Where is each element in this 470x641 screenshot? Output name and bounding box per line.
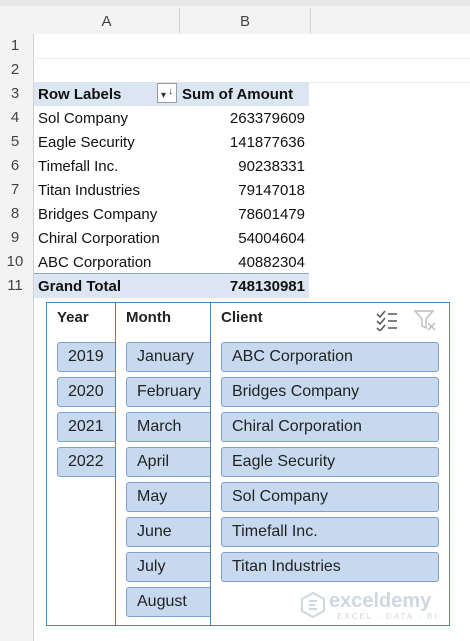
pivot-row-value[interactable]: 78601479 [180,203,305,227]
pivot-row-label[interactable]: Timefall Inc. [38,155,118,179]
row-number[interactable]: 3 [0,82,30,106]
client-slicer-title: Client [221,309,263,326]
month-slicer[interactable]: Month January February March April May J… [115,302,215,626]
year-slicer-item[interactable]: 2020 [57,377,117,407]
watermark-tagline: EXCEL · DATA · BI [337,612,439,621]
month-slicer-item[interactable]: April [126,447,214,477]
pivot-row-label[interactable]: Chiral Corporation [38,227,160,251]
row-number[interactable]: 10 [0,250,30,274]
client-slicer-item[interactable]: Timefall Inc. [221,517,439,547]
exceldemy-watermark: exceldemy EXCEL · DATA · BI [297,588,467,624]
pivot-row-value[interactable]: 40882304 [180,251,305,275]
year-slicer-item[interactable]: 2021 [57,412,117,442]
pivot-row-label[interactable]: Sol Company [38,107,128,131]
month-slicer-item[interactable]: January [126,342,214,372]
multi-select-icon[interactable] [375,309,399,331]
year-slicer-item[interactable]: 2019 [57,342,117,372]
month-slicer-item[interactable]: June [126,517,214,547]
row-number[interactable]: 6 [0,154,30,178]
row-number[interactable]: 2 [0,58,30,82]
client-slicer-item[interactable]: ABC Corporation [221,342,439,372]
grand-total-label[interactable]: Grand Total [38,275,121,299]
clear-filter-icon[interactable] [413,309,437,331]
row-number[interactable]: 11 [0,274,30,298]
pivot-row-value[interactable]: 79147018 [180,179,305,203]
row-number[interactable]: 9 [0,226,30,250]
grid-line [33,58,470,59]
year-slicer[interactable]: Year 2019 2020 2021 2022 [46,302,118,626]
client-slicer-item[interactable]: Eagle Security [221,447,439,477]
month-slicer-item[interactable]: March [126,412,214,442]
row-number[interactable]: 4 [0,106,30,130]
watermark-name: exceldemy [329,590,432,612]
month-slicer-item[interactable]: July [126,552,214,582]
row-number[interactable]: 7 [0,178,30,202]
month-slicer-item[interactable]: August [126,587,214,617]
row-number[interactable]: 5 [0,130,30,154]
column-separator [310,8,311,34]
pivot-row-label[interactable]: Titan Industries [38,179,140,203]
row-number[interactable]: 8 [0,202,30,226]
client-slicer-item[interactable]: Chiral Corporation [221,412,439,442]
month-slicer-item[interactable]: May [126,482,214,512]
pivot-sum-header[interactable]: Sum of Amount [182,83,293,107]
year-slicer-item[interactable]: 2022 [57,447,117,477]
pivot-row-value[interactable]: 263379609 [180,107,305,131]
exceldemy-logo-icon [301,592,325,618]
row-number[interactable]: 1 [0,34,30,58]
client-slicer[interactable]: Client ABC Corporation Bridges Company C… [210,302,450,626]
column-header-b[interactable]: B [180,10,310,34]
pivot-row-value[interactable]: 141877636 [180,131,305,155]
sort-descending-icon: ↓ [168,86,173,97]
client-slicer-item[interactable]: Bridges Company [221,377,439,407]
grand-total-value[interactable]: 748130981 [180,275,305,299]
client-slicer-item[interactable]: Sol Company [221,482,439,512]
dropdown-arrow-icon: ▾ [161,90,167,101]
year-slicer-title: Year [57,309,89,326]
pivot-row-label[interactable]: Eagle Security [38,131,135,155]
pivot-filter-button[interactable]: ▾ ↓ [157,83,177,103]
client-slicer-item[interactable]: Titan Industries [221,552,439,582]
pivot-row-value[interactable]: 54004604 [180,227,305,251]
month-slicer-title: Month [126,309,171,326]
column-header-a[interactable]: A [34,10,179,34]
pivot-row-label[interactable]: Bridges Company [38,203,157,227]
pivot-row-labels-header[interactable]: Row Labels [38,83,121,107]
pivot-row-label[interactable]: ABC Corporation [38,251,151,275]
ribbon-edge [0,0,470,6]
pivot-row-value[interactable]: 90238331 [180,155,305,179]
month-slicer-item[interactable]: February [126,377,214,407]
